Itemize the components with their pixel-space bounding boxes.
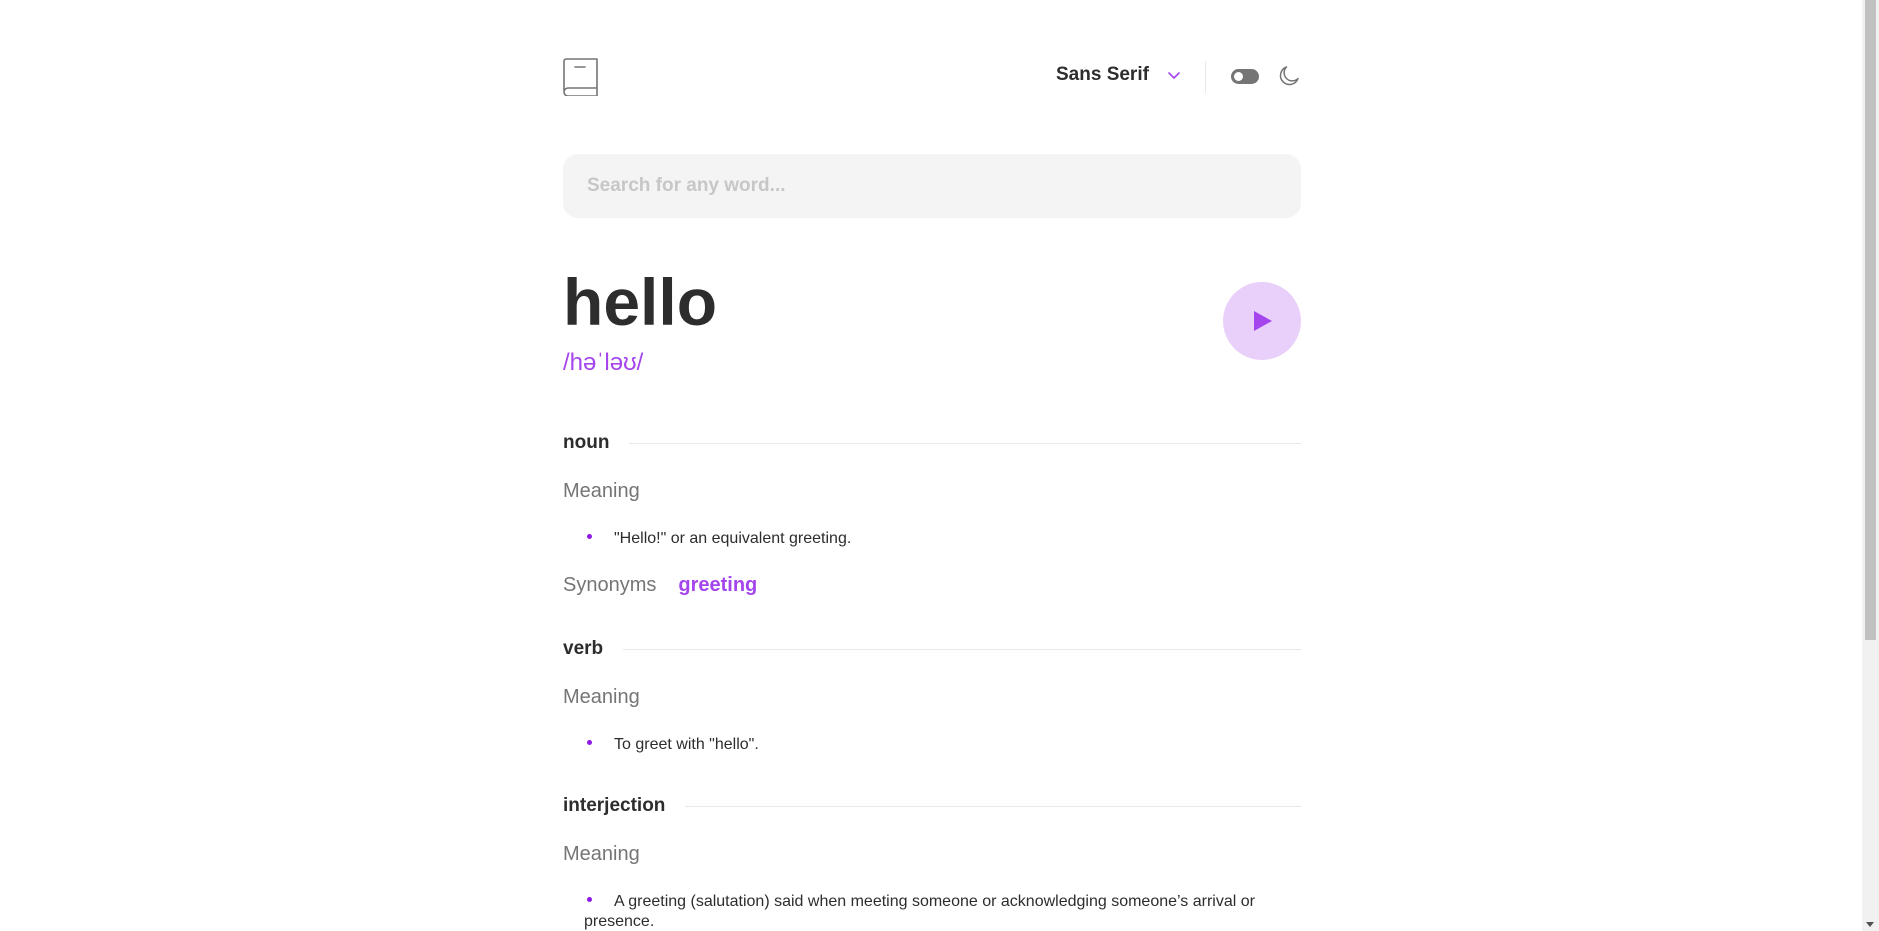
- part-of-speech: interjection: [563, 795, 666, 816]
- scroll-down-arrow-icon[interactable]: [1866, 922, 1874, 927]
- definition-text: "Hello!" or an equivalent greeting.: [614, 530, 852, 547]
- header: Sans Serif: [563, 0, 1301, 154]
- bullet-icon: [587, 897, 592, 903]
- theme-toggle[interactable]: [1231, 69, 1259, 84]
- section-divider: [629, 442, 1301, 444]
- synonym-link[interactable]: greeting: [678, 574, 757, 597]
- definition-item: A greeting (salutation) said when meetin…: [584, 892, 1301, 931]
- phonetic: /həˈləʊ/: [563, 349, 644, 376]
- definition-text: A greeting (salutation) said when meetin…: [584, 893, 1255, 930]
- section-divider: [623, 648, 1301, 650]
- synonyms-row: Synonyms greeting: [563, 574, 757, 597]
- synonyms-label: Synonyms: [563, 574, 657, 596]
- section-interjection: interjection: [563, 795, 1301, 817]
- section-verb: verb: [563, 638, 1301, 660]
- meaning-label: Meaning: [563, 686, 640, 708]
- part-of-speech: noun: [563, 432, 610, 453]
- toggle-knob: [1234, 72, 1243, 81]
- part-of-speech: verb: [563, 638, 604, 659]
- vertical-scrollbar[interactable]: [1862, 0, 1879, 931]
- section-divider: [685, 805, 1301, 807]
- word-title: hello: [563, 265, 718, 339]
- section-noun: noun: [563, 432, 1301, 454]
- header-divider: [1205, 61, 1206, 93]
- chevron-down-icon: [1168, 72, 1180, 79]
- font-selector[interactable]: Sans Serif: [1056, 64, 1181, 86]
- bullet-icon: [587, 740, 592, 746]
- book-icon[interactable]: [563, 58, 599, 96]
- meaning-label: Meaning: [563, 480, 640, 502]
- scrollbar-thumb[interactable]: [1865, 0, 1876, 640]
- play-audio-button[interactable]: [1223, 282, 1301, 360]
- search-input[interactable]: [563, 154, 1301, 218]
- play-icon: [1254, 311, 1272, 331]
- bullet-icon: [587, 534, 592, 540]
- definition-item: To greet with "hello".: [584, 735, 1301, 755]
- font-selector-label: Sans Serif: [1056, 64, 1149, 85]
- meaning-label: Meaning: [563, 843, 640, 865]
- definition-text: To greet with "hello".: [614, 736, 759, 753]
- app-window: Sans Serif hello /həˈləʊ/ n: [0, 0, 1879, 931]
- moon-icon[interactable]: [1278, 65, 1300, 87]
- dictionary-app: Sans Serif hello /həˈləʊ/ n: [563, 0, 1301, 930]
- definition-item: "Hello!" or an equivalent greeting.: [584, 529, 1301, 549]
